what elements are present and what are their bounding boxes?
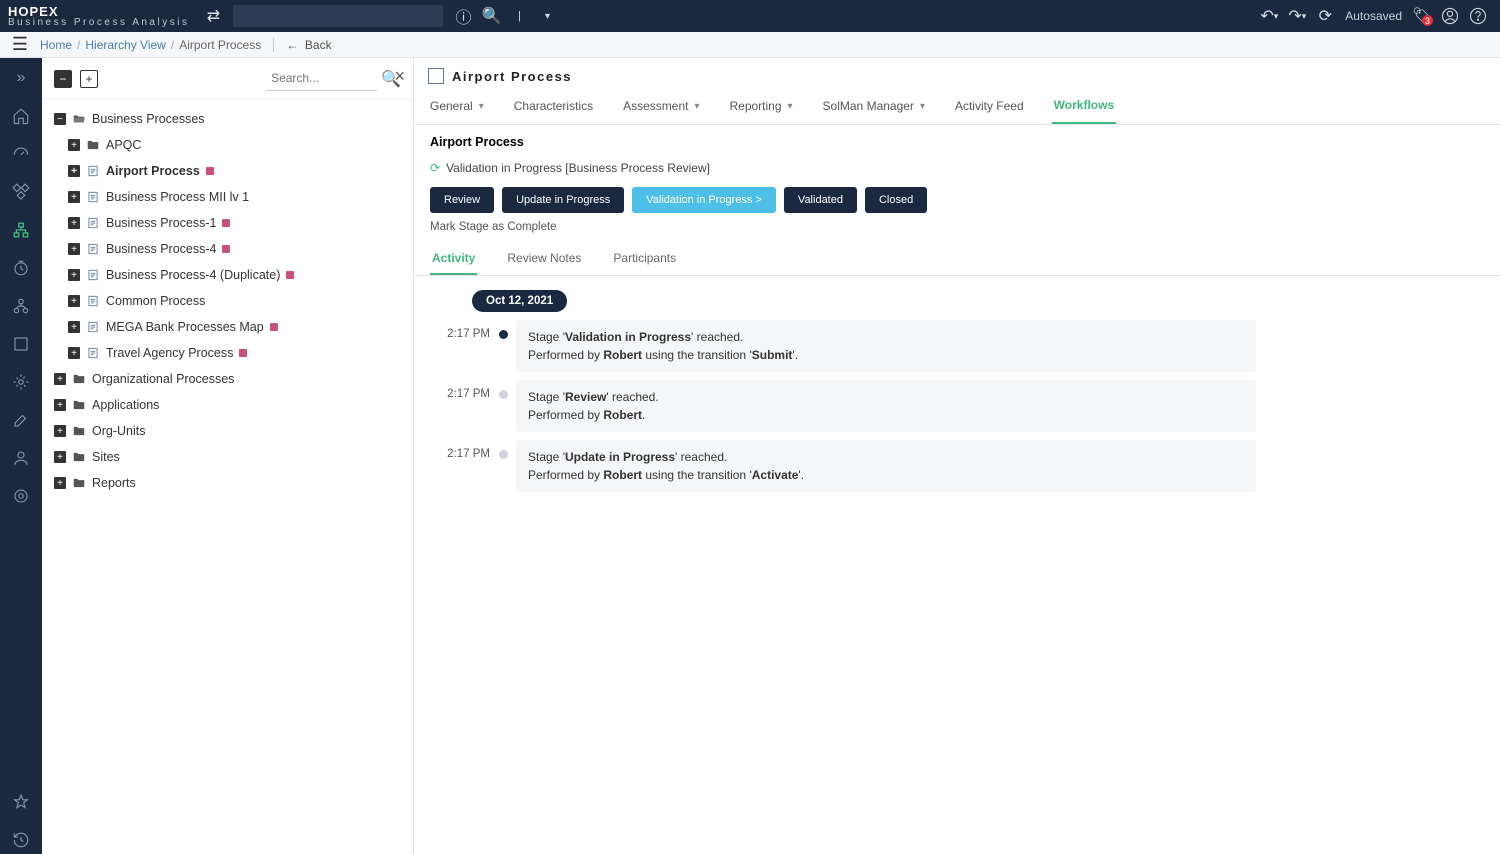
tree-root[interactable]: Business Processes [50, 106, 405, 132]
subtab-activity[interactable]: Activity [430, 243, 477, 275]
divider: | [505, 2, 533, 30]
tab-solman-manager[interactable]: SolMan Manager▾ [821, 88, 927, 124]
tab-characteristics[interactable]: Characteristics [512, 88, 595, 124]
stage-button[interactable]: Closed [865, 187, 927, 213]
star-icon[interactable] [7, 788, 35, 816]
crumb-hierarchy[interactable]: Hierarchy View [85, 38, 165, 52]
clock-icon[interactable] [7, 254, 35, 282]
target-icon[interactable] [7, 482, 35, 510]
tree-item[interactable]: Business Process-1 [50, 210, 405, 236]
section-subtitle: Airport Process [414, 125, 1500, 153]
tree-root-sibling[interactable]: Sites [50, 444, 405, 470]
tab-general[interactable]: General▾ [428, 88, 486, 124]
stage-buttons: Review Update in Progress Validation in Pr… [414, 183, 1500, 221]
activity-date: Oct 12, 2021 [472, 290, 567, 312]
tree-root-sibling[interactable]: Org-Units [50, 418, 405, 444]
activity-panel: Oct 12, 2021 2:17 PM Stage 'Validation i… [414, 276, 1500, 514]
subtabs: Activity Review Notes Participants [414, 243, 1500, 276]
content-area: Airport Process General▾CharacteristicsA… [414, 58, 1500, 854]
entry-time: 2:17 PM [432, 320, 490, 340]
object-icon [428, 68, 444, 84]
entry-card: Stage 'Update in Progress' reached.Perfo… [516, 440, 1256, 492]
subtab-participants[interactable]: Participants [611, 243, 678, 275]
tree-item[interactable]: Business Process-4 (Duplicate) [50, 262, 405, 288]
notification-badge: 3 [1422, 15, 1433, 26]
menu-icon[interactable]: ☰ [8, 33, 32, 57]
expand-all-icon[interactable]: + [80, 70, 98, 88]
edit-icon[interactable] [7, 406, 35, 434]
info-icon[interactable]: ⓘ [449, 2, 477, 30]
back-button[interactable]: ← Back [273, 38, 331, 52]
entry-card: Stage 'Review' reached.Performed by Robe… [516, 380, 1256, 432]
entry-time: 2:17 PM [432, 380, 490, 400]
global-search-input[interactable] [233, 5, 443, 27]
brand: HOPEX Business Process Analysis [8, 5, 189, 28]
brand-title: HOPEX [8, 5, 189, 18]
tree-search-input[interactable] [267, 67, 377, 91]
entry-card: Stage 'Validation in Progress' reached.P… [516, 320, 1256, 372]
person-icon[interactable] [7, 444, 35, 472]
undo-icon[interactable]: ↶▾ [1255, 2, 1283, 30]
crumb-current: Airport Process [179, 38, 261, 52]
tab-assessment[interactable]: Assessment▾ [621, 88, 701, 124]
tab-activity-feed[interactable]: Activity Feed [953, 88, 1026, 124]
tree-root-sibling[interactable]: Organizational Processes [50, 366, 405, 392]
timeline-dot [499, 330, 508, 339]
entry-time: 2:17 PM [432, 440, 490, 460]
top-bar: HOPEX Business Process Analysis ⇄ ⓘ 🔍 | … [0, 0, 1500, 32]
timeline: 2:17 PM Stage 'Validation in Progress' r… [432, 320, 1484, 492]
home-icon[interactable] [7, 102, 35, 130]
stage-button[interactable]: Update in Progress [502, 187, 624, 213]
tree-item[interactable]: APQC [50, 132, 405, 158]
refresh-icon[interactable]: ⟳ [1311, 2, 1339, 30]
timeline-entry: 2:17 PM Stage 'Update in Progress' reach… [432, 440, 1484, 492]
close-panel-icon[interactable]: × [394, 66, 405, 87]
main-tabs: General▾ Characteristics Assessment▾ Report… [414, 88, 1500, 125]
timeline-entry: 2:17 PM Stage 'Review' reached.Performed… [432, 380, 1484, 432]
crumb-home[interactable]: Home [40, 38, 72, 52]
dashboard-icon[interactable] [7, 140, 35, 168]
tree-item[interactable]: Business Process-4 [50, 236, 405, 262]
breadcrumb-row: ☰ Home / Hierarchy View / Airport Proces… [0, 32, 1500, 58]
tree-item[interactable]: Common Process [50, 288, 405, 314]
notifications-icon[interactable]: 🏷3 [1408, 2, 1436, 30]
tree-panel: × − + 🔍 Business ProcessesAPQCAirport Pr… [42, 58, 414, 854]
tree-item[interactable]: MEGA Bank Processes Map [50, 314, 405, 340]
user-icon[interactable] [1436, 2, 1464, 30]
tree-root-sibling[interactable]: Applications [50, 392, 405, 418]
brand-subtitle: Business Process Analysis [8, 18, 189, 28]
content-title: Airport Process [452, 69, 572, 84]
stage-button[interactable]: Validation in Progress > [632, 187, 776, 213]
swap-icon[interactable]: ⇄ [199, 2, 227, 30]
autosaved-label: Autosaved [1345, 9, 1402, 23]
tab-workflows[interactable]: Workflows [1052, 88, 1116, 124]
dropdown-icon[interactable]: ▾ [533, 2, 561, 30]
timeline-entry: 2:17 PM Stage 'Validation in Progress' r… [432, 320, 1484, 372]
help-icon[interactable] [1464, 2, 1492, 30]
org-icon[interactable] [7, 292, 35, 320]
hierarchy-icon[interactable] [7, 216, 35, 244]
timeline-dot [499, 450, 508, 459]
tree-item[interactable]: Airport Process [50, 158, 405, 184]
redo-icon[interactable]: ↷▾ [1283, 2, 1311, 30]
collapse-all-icon[interactable]: − [54, 70, 72, 88]
apps-icon[interactable] [7, 178, 35, 206]
tree-item[interactable]: Travel Agency Process [50, 340, 405, 366]
tree-root-sibling[interactable]: Reports [50, 470, 405, 496]
tab-reporting[interactable]: Reporting▾ [727, 88, 794, 124]
gear-icon[interactable] [7, 368, 35, 396]
workflow-status: ⟳ Validation in Progress [Business Proce… [414, 153, 1500, 183]
stage-button[interactable]: Review [430, 187, 494, 213]
box-icon[interactable] [7, 330, 35, 358]
workflow-icon: ⟳ [430, 161, 440, 175]
tree-item[interactable]: Business Process MII lv 1 [50, 184, 405, 210]
subtab-review-notes[interactable]: Review Notes [505, 243, 583, 275]
mark-complete-link[interactable]: Mark Stage as Complete [414, 221, 1500, 243]
timeline-dot [499, 390, 508, 399]
search-icon[interactable]: 🔍 [477, 2, 505, 30]
history-icon[interactable] [7, 826, 35, 854]
side-rail: » [0, 58, 42, 854]
expand-rail-icon[interactable]: » [7, 64, 35, 92]
stage-button[interactable]: Validated [784, 187, 857, 213]
